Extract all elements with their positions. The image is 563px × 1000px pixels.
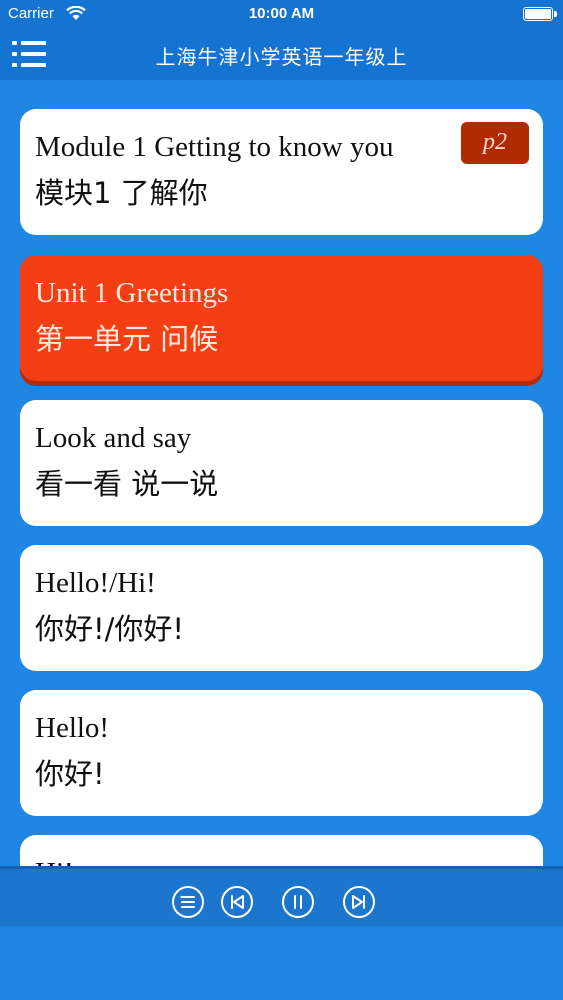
list-item-english: Hello!: [35, 712, 110, 744]
next-icon[interactable]: [342, 885, 376, 919]
battery-icon: [523, 7, 557, 21]
list-item-english: Hi!: [35, 855, 529, 866]
list-item-chinese: 你好!/你好!: [35, 612, 185, 646]
list-item-look-and-say[interactable]: Look and say 看一看 说一说: [20, 400, 543, 526]
list-item-english: Look and say: [35, 422, 192, 454]
clock: 10:00 AM: [248, 5, 315, 22]
list-item-module-1[interactable]: Module 1 Getting to know you 模块1 了解你 p2: [20, 109, 543, 235]
list-item-english: Unit 1 Greetings: [35, 277, 229, 309]
list-item-unit-1[interactable]: Unit 1 Greetings 第一单元 问候: [20, 255, 543, 381]
page-title: 上海牛津小学英语一年级上: [155, 45, 408, 69]
status-bar: Carrier 10:00 AM: [0, 0, 563, 28]
list-item-hello[interactable]: Hello! 你好!: [20, 690, 543, 816]
nav-bar: 上海牛津小学英语一年级上: [0, 28, 563, 80]
list-item-chinese: 第一单元 问候: [35, 322, 219, 356]
player-bar: [0, 866, 563, 1000]
list-item-chinese: 看一看 说一说: [35, 467, 219, 501]
list-item-english: Module 1 Getting to know you: [35, 131, 394, 163]
list-item-hello-hi[interactable]: Hello!/Hi! 你好!/你好!: [20, 545, 543, 671]
list-item-hi[interactable]: Hi!: [20, 835, 543, 866]
list-item-chinese: 你好!: [35, 757, 105, 791]
list-item-english: Hello!/Hi!: [35, 567, 156, 599]
player-controls: [0, 866, 563, 926]
pause-icon[interactable]: [281, 885, 315, 919]
playlist-icon[interactable]: [171, 885, 205, 919]
lesson-list[interactable]: Module 1 Getting to know you 模块1 了解你 p2 …: [0, 80, 563, 866]
previous-icon[interactable]: [220, 885, 254, 919]
page-badge[interactable]: p2: [461, 122, 529, 164]
list-item-chinese: 模块1 了解你: [35, 176, 208, 210]
